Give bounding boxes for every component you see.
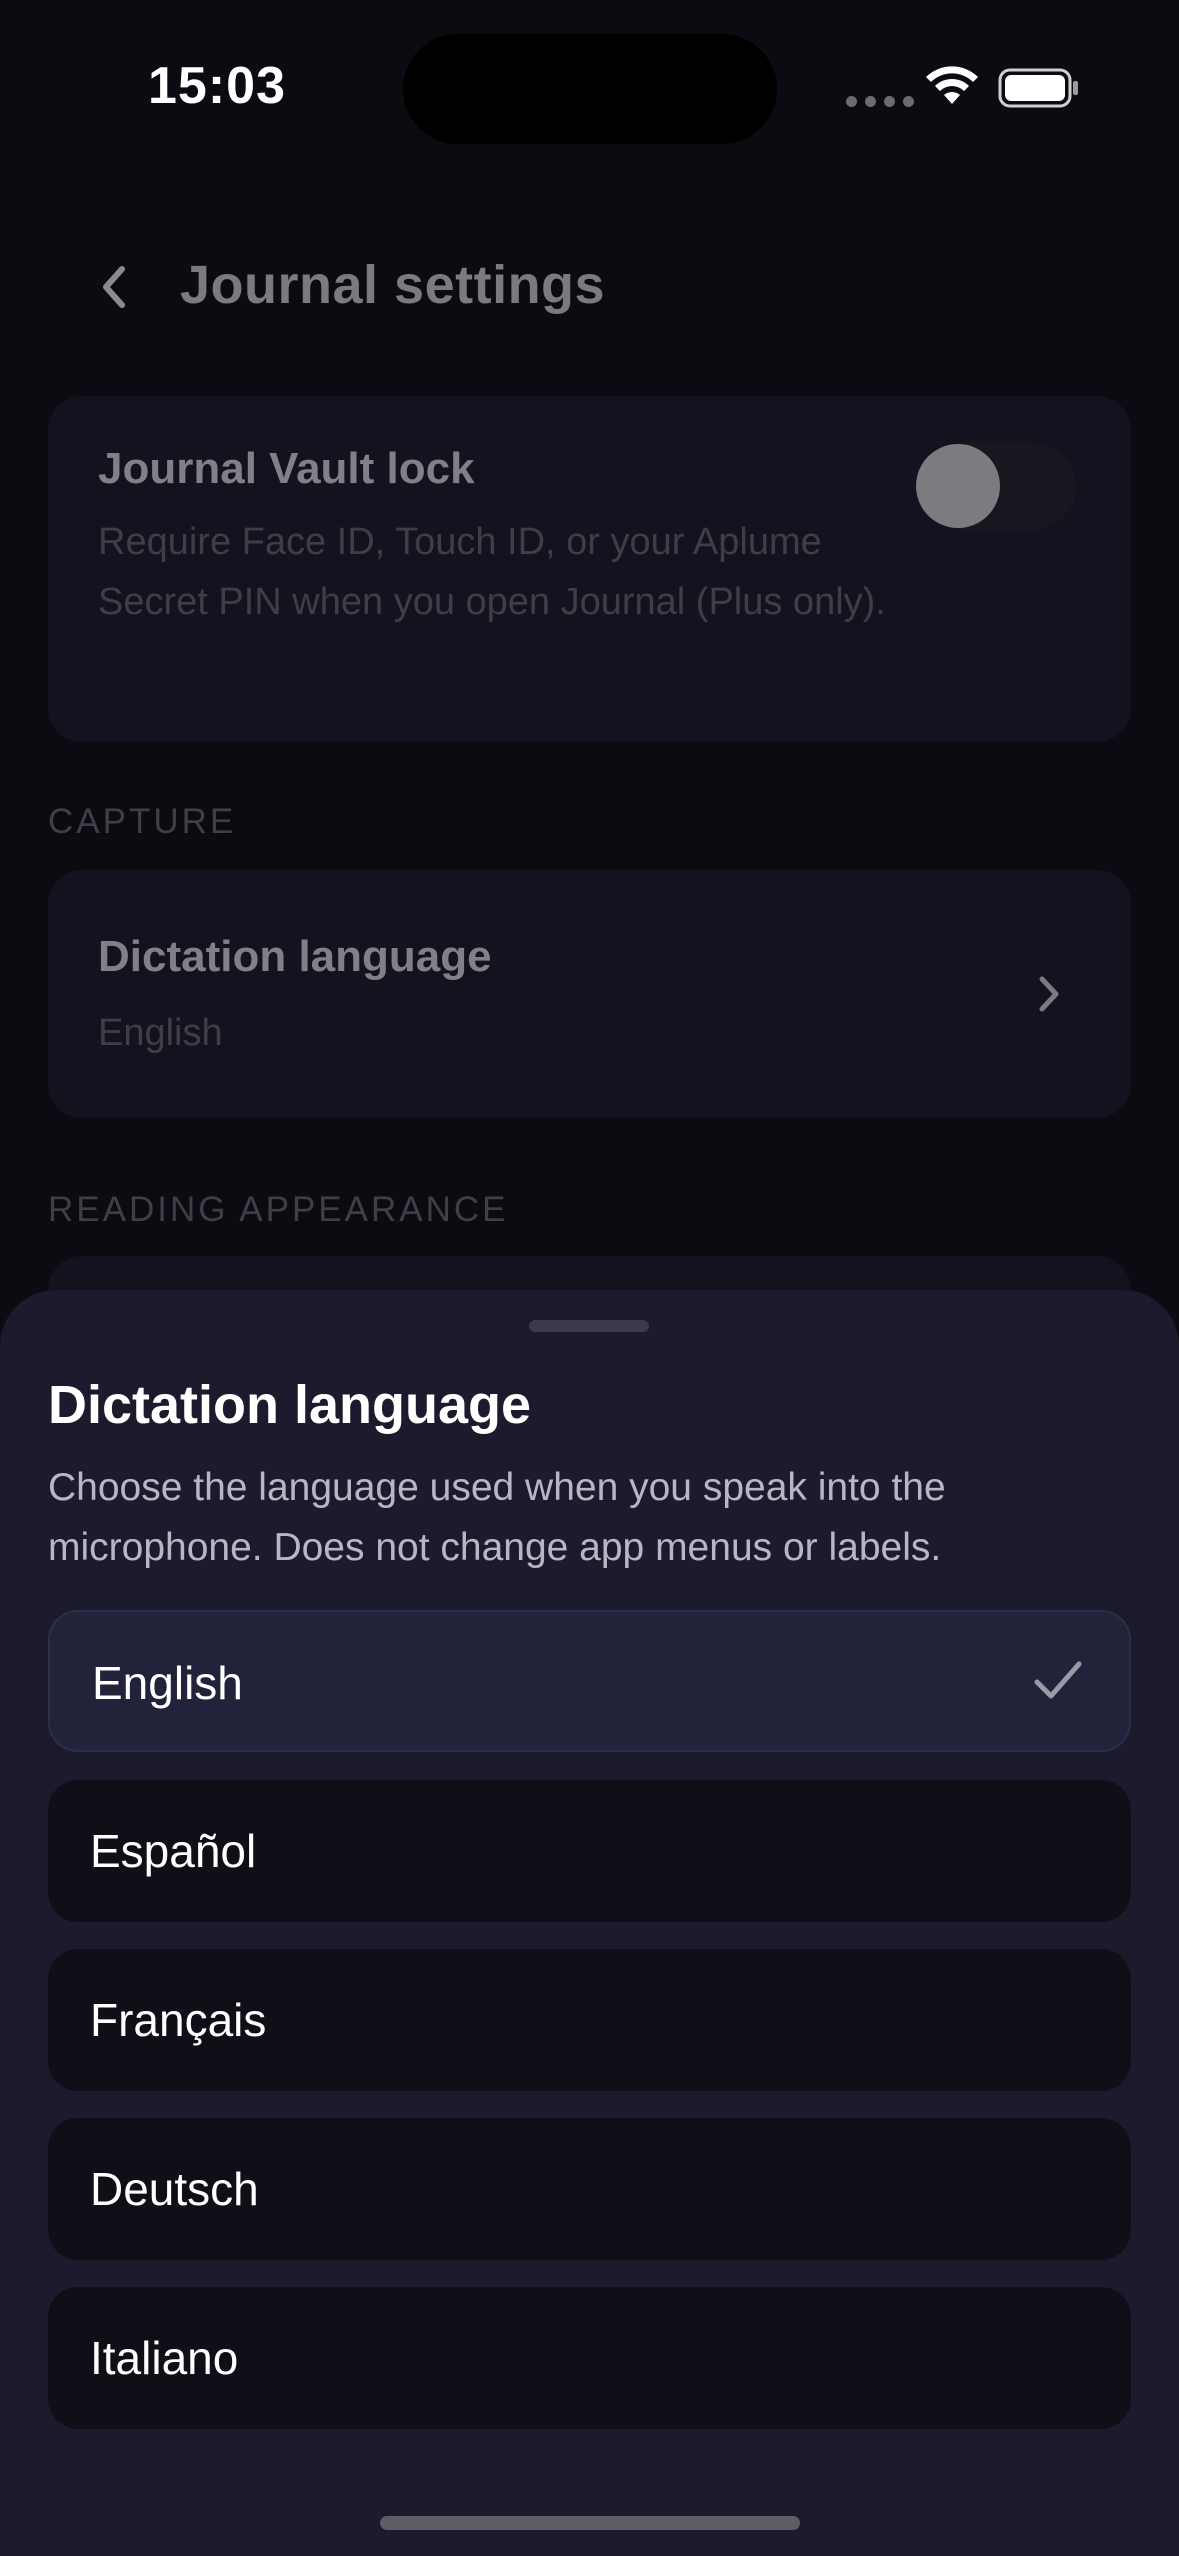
chevron-right-icon <box>1039 976 1059 1012</box>
dictation-language-row[interactable]: Dictation language English <box>48 870 1131 1118</box>
dynamic-island <box>403 34 777 144</box>
language-option-label: Français <box>90 1994 267 2046</box>
wifi-icon <box>926 66 978 104</box>
chevron-left-icon <box>103 266 125 308</box>
section-label-capture: CAPTURE <box>48 802 237 841</box>
vault-lock-title: Journal Vault lock <box>98 444 475 493</box>
page-title: Journal settings <box>180 255 606 315</box>
vault-lock-description: Require Face ID, Touch ID, or your Aplum… <box>98 521 886 623</box>
language-option-francais[interactable]: Français <box>48 1949 1131 2091</box>
battery-icon <box>998 68 1078 108</box>
language-option-deutsch[interactable]: Deutsch <box>48 2118 1131 2260</box>
toggle-knob <box>916 444 1000 528</box>
dictation-language-sheet: Dictation language Choose the language u… <box>0 1290 1179 2556</box>
dictation-language-value: English <box>98 1012 223 1054</box>
language-option-italiano[interactable]: Italiano <box>48 2287 1131 2429</box>
sheet-grabber[interactable] <box>529 1320 649 1332</box>
checkmark-icon <box>1034 1661 1082 1699</box>
sheet-title: Dictation language <box>48 1375 532 1435</box>
language-option-espanol[interactable]: Español <box>48 1780 1131 1922</box>
vault-lock-card: Journal Vault lock Require Face ID, Touc… <box>48 396 1131 742</box>
section-label-reading-appearance: READING APPEARANCE <box>48 1190 509 1229</box>
language-option-english[interactable]: English <box>48 1610 1131 1752</box>
vault-lock-toggle[interactable] <box>916 442 1076 530</box>
back-button[interactable] <box>88 252 138 322</box>
sheet-description: Choose the language used when you speak … <box>48 1466 946 1569</box>
screen: 15:03 Journal settings Journal Vault loc… <box>0 0 1179 2556</box>
home-indicator[interactable] <box>380 2516 800 2530</box>
language-option-label: English <box>92 1657 243 1709</box>
language-option-label: Deutsch <box>90 2163 259 2215</box>
language-option-label: Español <box>90 1825 257 1877</box>
dictation-language-title: Dictation language <box>98 932 492 981</box>
language-option-label: Italiano <box>90 2332 239 2384</box>
cellular-signal-icon <box>846 96 914 107</box>
status-time: 15:03 <box>148 57 286 115</box>
